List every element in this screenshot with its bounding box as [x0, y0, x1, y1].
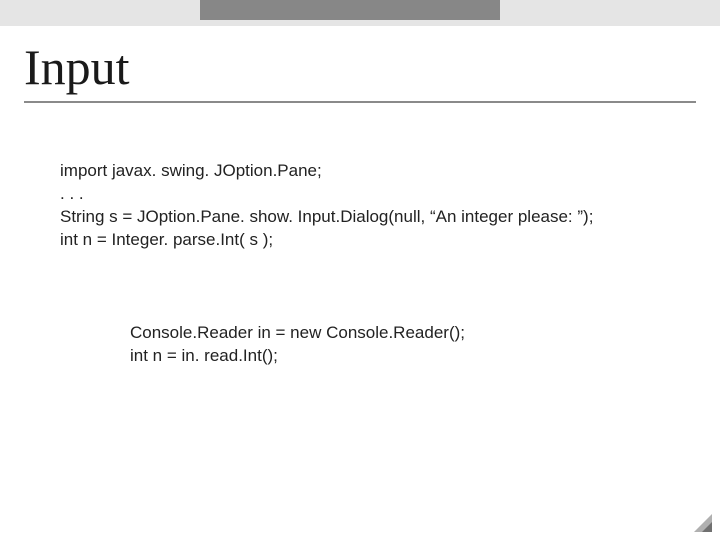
title-area: Input [0, 30, 720, 107]
code-line: int n = in. read.Int(); [130, 345, 700, 368]
slide-body: import javax. swing. JOption.Pane; . . .… [60, 160, 700, 368]
code-block-1: import javax. swing. JOption.Pane; . . .… [60, 160, 700, 252]
code-line: import javax. swing. JOption.Pane; [60, 160, 700, 183]
code-line: . . . [60, 183, 700, 206]
slide-top-dark-bar [200, 0, 500, 20]
page-corner-fold-inner [702, 522, 712, 532]
code-line: String s = JOption.Pane. show. Input.Dia… [60, 206, 700, 229]
slide-title: Input [24, 40, 696, 95]
title-underline [24, 101, 696, 103]
code-line: Console.Reader in = new Console.Reader()… [130, 322, 700, 345]
code-line: int n = Integer. parse.Int( s ); [60, 229, 700, 252]
code-block-2: Console.Reader in = new Console.Reader()… [130, 322, 700, 368]
